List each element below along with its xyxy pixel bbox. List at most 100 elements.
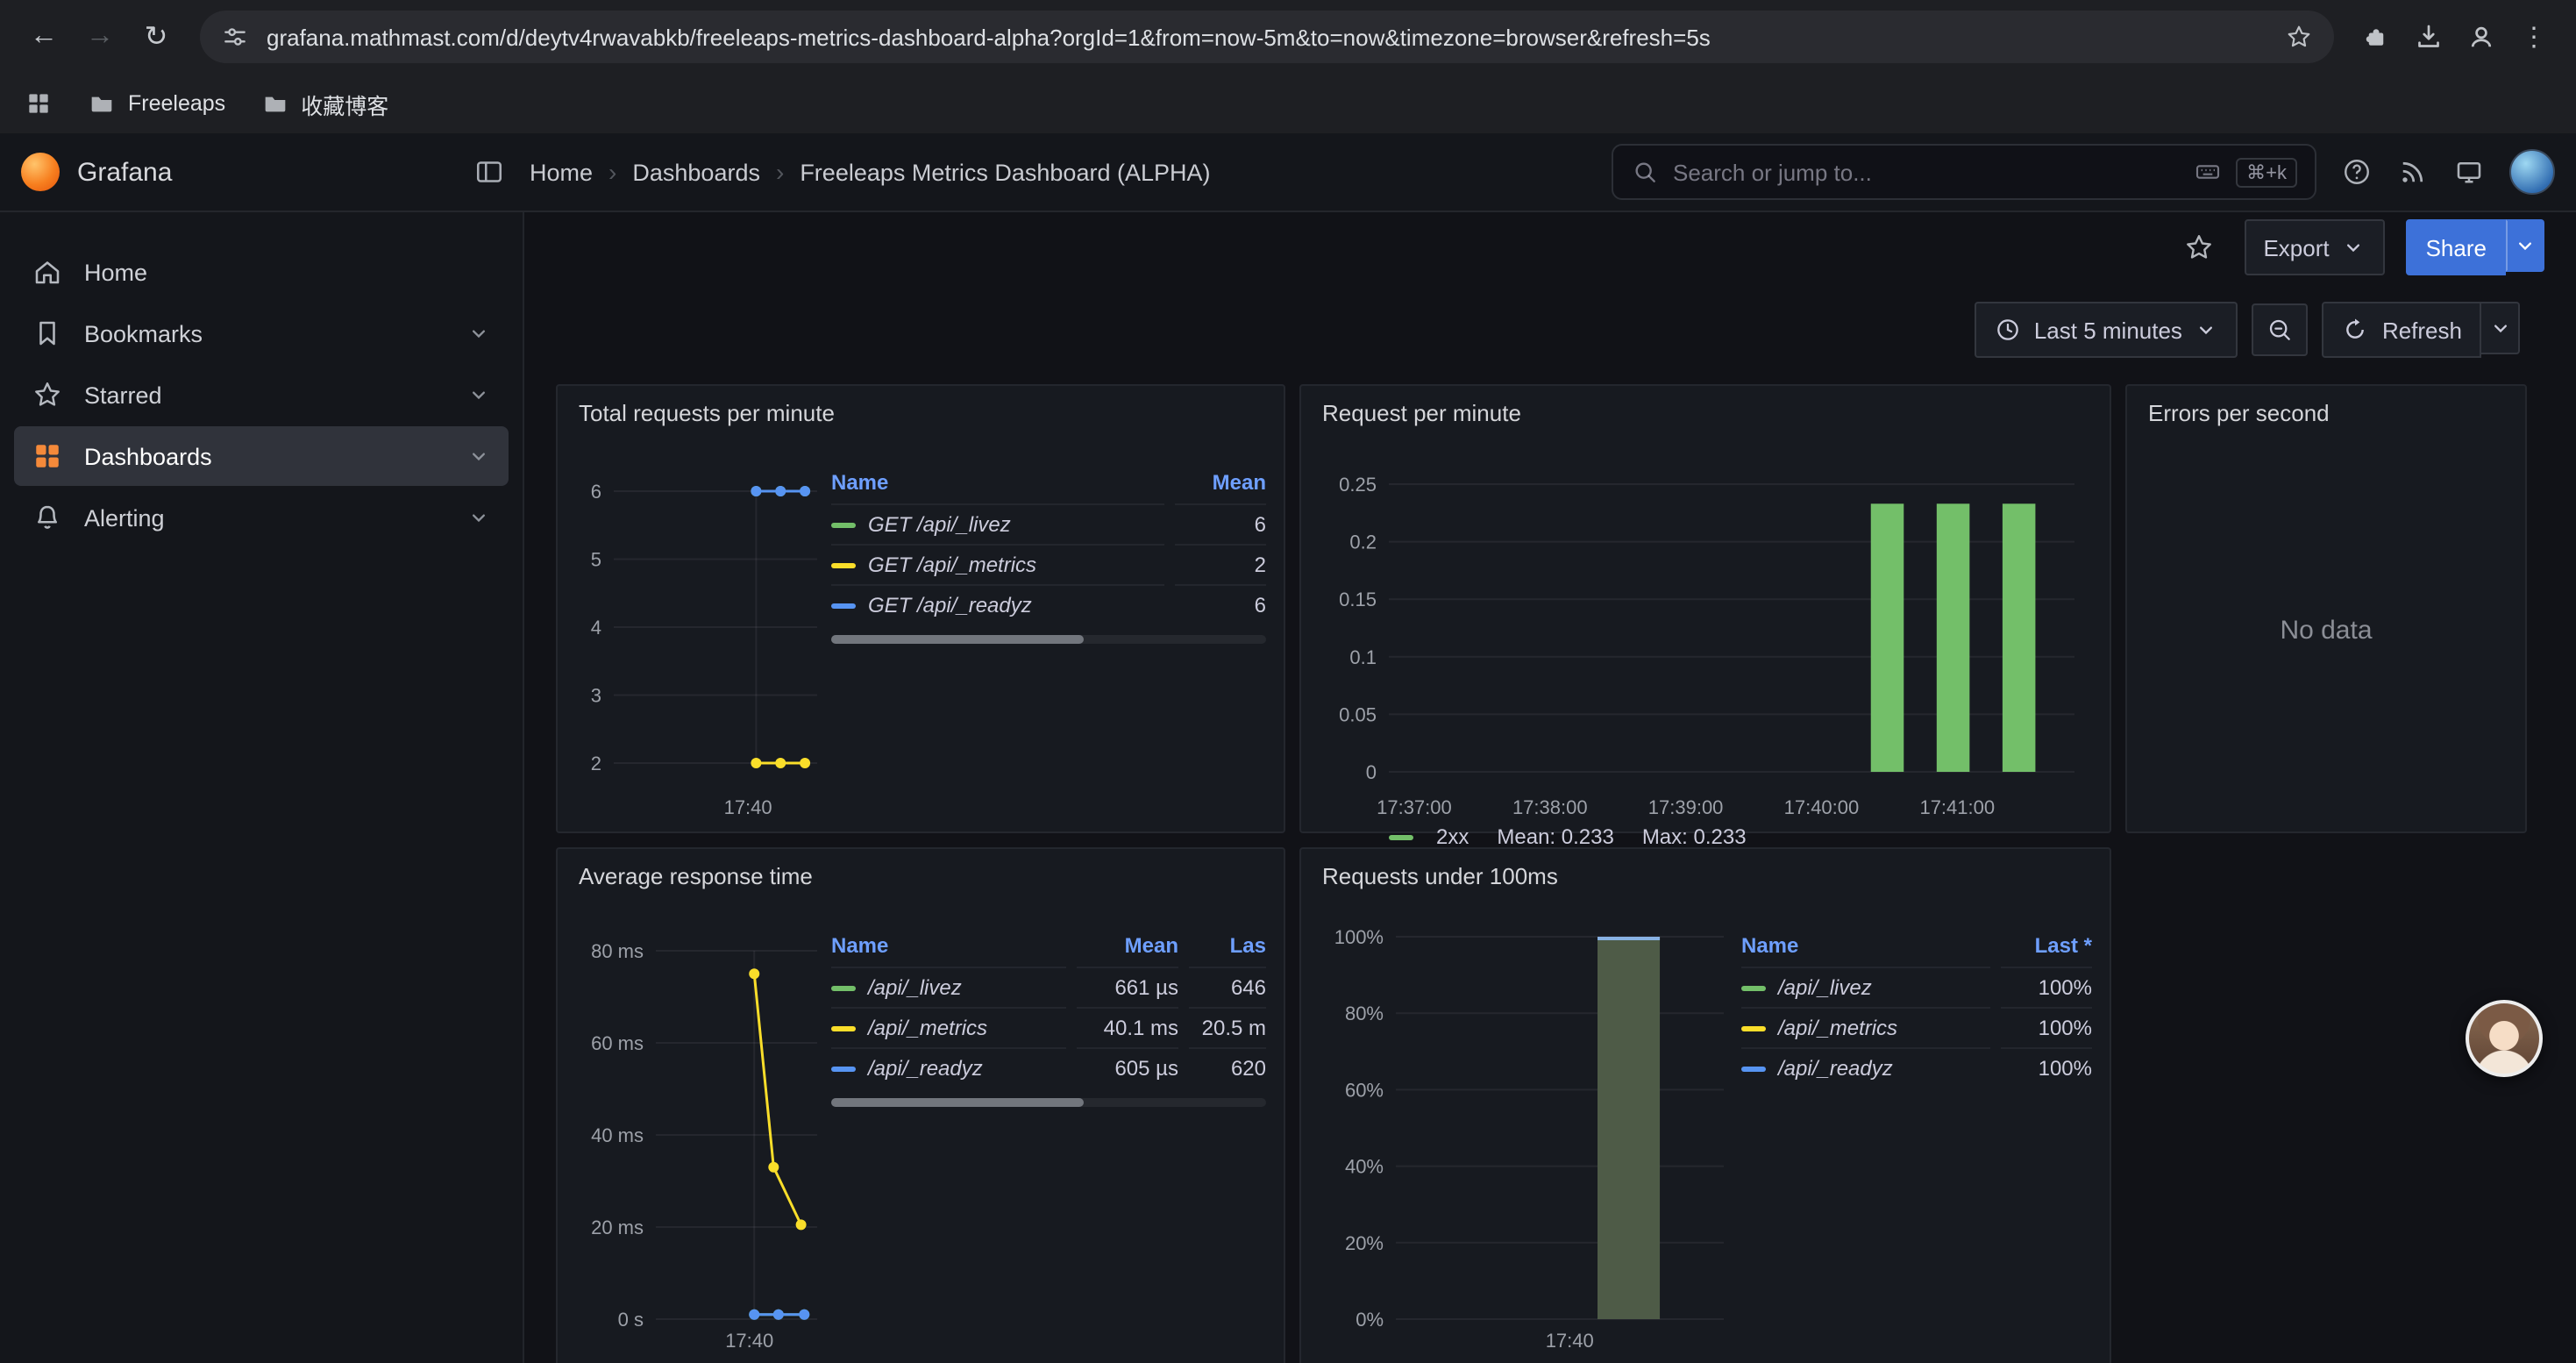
panel-title[interactable]: Request per minute <box>1301 386 2110 439</box>
legend-series-name[interactable]: GET /api/_metrics <box>868 553 1036 577</box>
legend-column-header[interactable]: Mean <box>1175 467 1266 503</box>
browser-toolbar: ← → ↻ grafana.mathmast.com/d/deytv4rwava… <box>0 0 2576 74</box>
legend-series-name[interactable]: 2xx <box>1436 824 1469 849</box>
sidebar-item-label: Home <box>84 259 147 285</box>
svg-text:17:37:00: 17:37:00 <box>1377 796 1452 818</box>
sidebar-toggle-icon[interactable] <box>473 156 505 188</box>
sidebar: Home Bookmarks Starred <box>0 212 524 1363</box>
legend-series-name[interactable]: GET /api/_livez <box>868 512 1011 537</box>
breadcrumb-separator: › <box>776 158 784 186</box>
timeseries-chart[interactable]: 80 ms60 ms40 ms20 ms0 s17:40 <box>575 902 831 1358</box>
panel-title[interactable]: Average response time <box>558 849 1284 902</box>
apps-grid-icon[interactable] <box>25 89 53 118</box>
time-range-picker[interactable]: Last 5 minutes <box>1975 302 2238 358</box>
legend-scrollbar-thumb[interactable] <box>831 1098 1084 1107</box>
bookmark-folder-blogs[interactable]: 收藏博客 <box>260 87 388 120</box>
legend-series-name[interactable]: /api/_readyz <box>868 1056 983 1081</box>
svg-text:40%: 40% <box>1345 1156 1384 1178</box>
chevron-down-icon[interactable] <box>466 505 491 530</box>
legend-scrollbar[interactable] <box>831 635 1266 644</box>
site-info-icon[interactable] <box>221 23 249 51</box>
sidebar-item-starred[interactable]: Starred <box>14 365 509 425</box>
legend-series-name[interactable]: GET /api/_readyz <box>868 593 1032 617</box>
monitor-icon[interactable] <box>2453 156 2485 188</box>
dashboards-grid-icon <box>32 440 63 472</box>
share-menu-button[interactable] <box>2506 219 2544 272</box>
help-icon[interactable] <box>2341 156 2373 188</box>
panel-total-requests: Total requests per minute 6543217:40 Nam… <box>556 384 1285 833</box>
back-button[interactable]: ← <box>18 11 70 63</box>
legend-scrollbar-thumb[interactable] <box>831 635 1084 644</box>
export-label: Export <box>2263 234 2329 260</box>
refresh-interval-button[interactable] <box>2481 302 2520 354</box>
legend-scrollbar[interactable] <box>831 1098 1266 1107</box>
refresh-button[interactable]: Refresh <box>2323 302 2481 358</box>
svg-text:40 ms: 40 ms <box>591 1124 644 1146</box>
share-split-button: Share <box>2407 219 2544 275</box>
forward-button[interactable]: → <box>74 11 126 63</box>
reload-button[interactable]: ↻ <box>130 11 182 63</box>
legend-column-header[interactable]: Name <box>1741 930 1990 967</box>
legend-series-name[interactable]: /api/_livez <box>1778 975 1872 1000</box>
panel-title[interactable]: Total requests per minute <box>558 386 1284 439</box>
panel-legend: NameMeanLas/api/_livez661 µs646/api/_met… <box>831 902 1266 1361</box>
legend-series-name[interactable]: /api/_livez <box>868 975 962 1000</box>
svg-text:17:40: 17:40 <box>724 796 772 818</box>
legend-column-header[interactable]: Mean <box>1077 930 1178 967</box>
sidebar-item-dashboards[interactable]: Dashboards <box>14 426 509 486</box>
sidebar-item-alerting[interactable]: Alerting <box>14 488 509 547</box>
svg-text:20 ms: 20 ms <box>591 1217 644 1238</box>
panel-row-2: Average response time 80 ms60 ms40 ms20 … <box>524 847 2576 1363</box>
assistant-avatar-bubble[interactable] <box>2466 1000 2543 1077</box>
legend-max: Max: 0.233 <box>1642 824 1747 849</box>
user-avatar[interactable] <box>2509 149 2555 195</box>
grafana-logo[interactable] <box>21 153 60 191</box>
bookmark-star-icon[interactable] <box>2285 23 2313 51</box>
bookmark-folder-freeleaps[interactable]: Freeleaps <box>88 89 225 118</box>
panel-title[interactable]: Errors per second <box>2127 386 2525 439</box>
timeseries-chart[interactable]: 6543217:40 <box>575 439 831 824</box>
chevron-down-icon[interactable] <box>466 444 491 468</box>
legend-column-header[interactable]: Las <box>1189 930 1266 967</box>
legend-column-header[interactable]: Name <box>831 467 1164 503</box>
legend-series-name[interactable]: /api/_metrics <box>868 1016 987 1040</box>
url-bar[interactable]: grafana.mathmast.com/d/deytv4rwavabkb/fr… <box>200 11 2334 63</box>
sidebar-item-bookmarks[interactable]: Bookmarks <box>14 303 509 363</box>
series-swatch <box>1741 1026 1766 1031</box>
svg-text:17:40:00: 17:40:00 <box>1784 796 1860 818</box>
extensions-icon[interactable] <box>2352 12 2401 61</box>
legend-value: 646 <box>1189 967 1266 1007</box>
legend-column-header[interactable]: Last * <box>2001 930 2092 967</box>
time-range-label: Last 5 minutes <box>2034 317 2182 343</box>
panel-title[interactable]: Requests under 100ms <box>1301 849 2110 902</box>
chevron-down-icon[interactable] <box>466 321 491 346</box>
browser-menu-icon[interactable]: ⋮ <box>2509 12 2558 61</box>
browser-chrome: ← → ↻ grafana.mathmast.com/d/deytv4rwava… <box>0 0 2576 133</box>
legend-series-name[interactable]: /api/_readyz <box>1778 1056 1893 1081</box>
panel-errors-per-second: Errors per second No data <box>2125 384 2527 833</box>
url-text[interactable]: grafana.mathmast.com/d/deytv4rwavabkb/fr… <box>267 24 2267 50</box>
breadcrumb-home[interactable]: Home <box>530 159 593 185</box>
legend-series-name[interactable]: /api/_metrics <box>1778 1016 1897 1040</box>
svg-text:0 s: 0 s <box>618 1309 644 1331</box>
bar-chart[interactable]: 0.250.20.150.10.05017:37:0017:38:0017:39… <box>1319 439 2092 824</box>
svg-text:0%: 0% <box>1356 1309 1384 1331</box>
chevron-down-icon[interactable] <box>466 382 491 407</box>
series-swatch <box>831 1067 856 1072</box>
grafana-brand: Grafana <box>77 157 172 187</box>
legend-value: 605 µs <box>1077 1047 1178 1088</box>
favorite-star-icon[interactable] <box>2174 223 2223 272</box>
legend-column-header[interactable]: Name <box>831 930 1066 967</box>
share-button[interactable]: Share <box>2407 219 2506 275</box>
profile-icon[interactable] <box>2457 12 2506 61</box>
svg-text:0.15: 0.15 <box>1339 589 1377 610</box>
legend-value: 20.5 m <box>1189 1007 1266 1047</box>
zoom-out-button[interactable] <box>2252 303 2309 356</box>
export-button[interactable]: Export <box>2244 219 2385 275</box>
search-input[interactable]: Search or jump to... ⌘+k <box>1612 144 2316 200</box>
news-feed-icon[interactable] <box>2397 156 2429 188</box>
sidebar-item-home[interactable]: Home <box>14 242 509 302</box>
breadcrumb-dashboards[interactable]: Dashboards <box>632 159 760 185</box>
bar-chart[interactable]: 100%80%60%40%20%0%17:40 <box>1319 902 1741 1358</box>
downloads-icon[interactable] <box>2404 12 2453 61</box>
